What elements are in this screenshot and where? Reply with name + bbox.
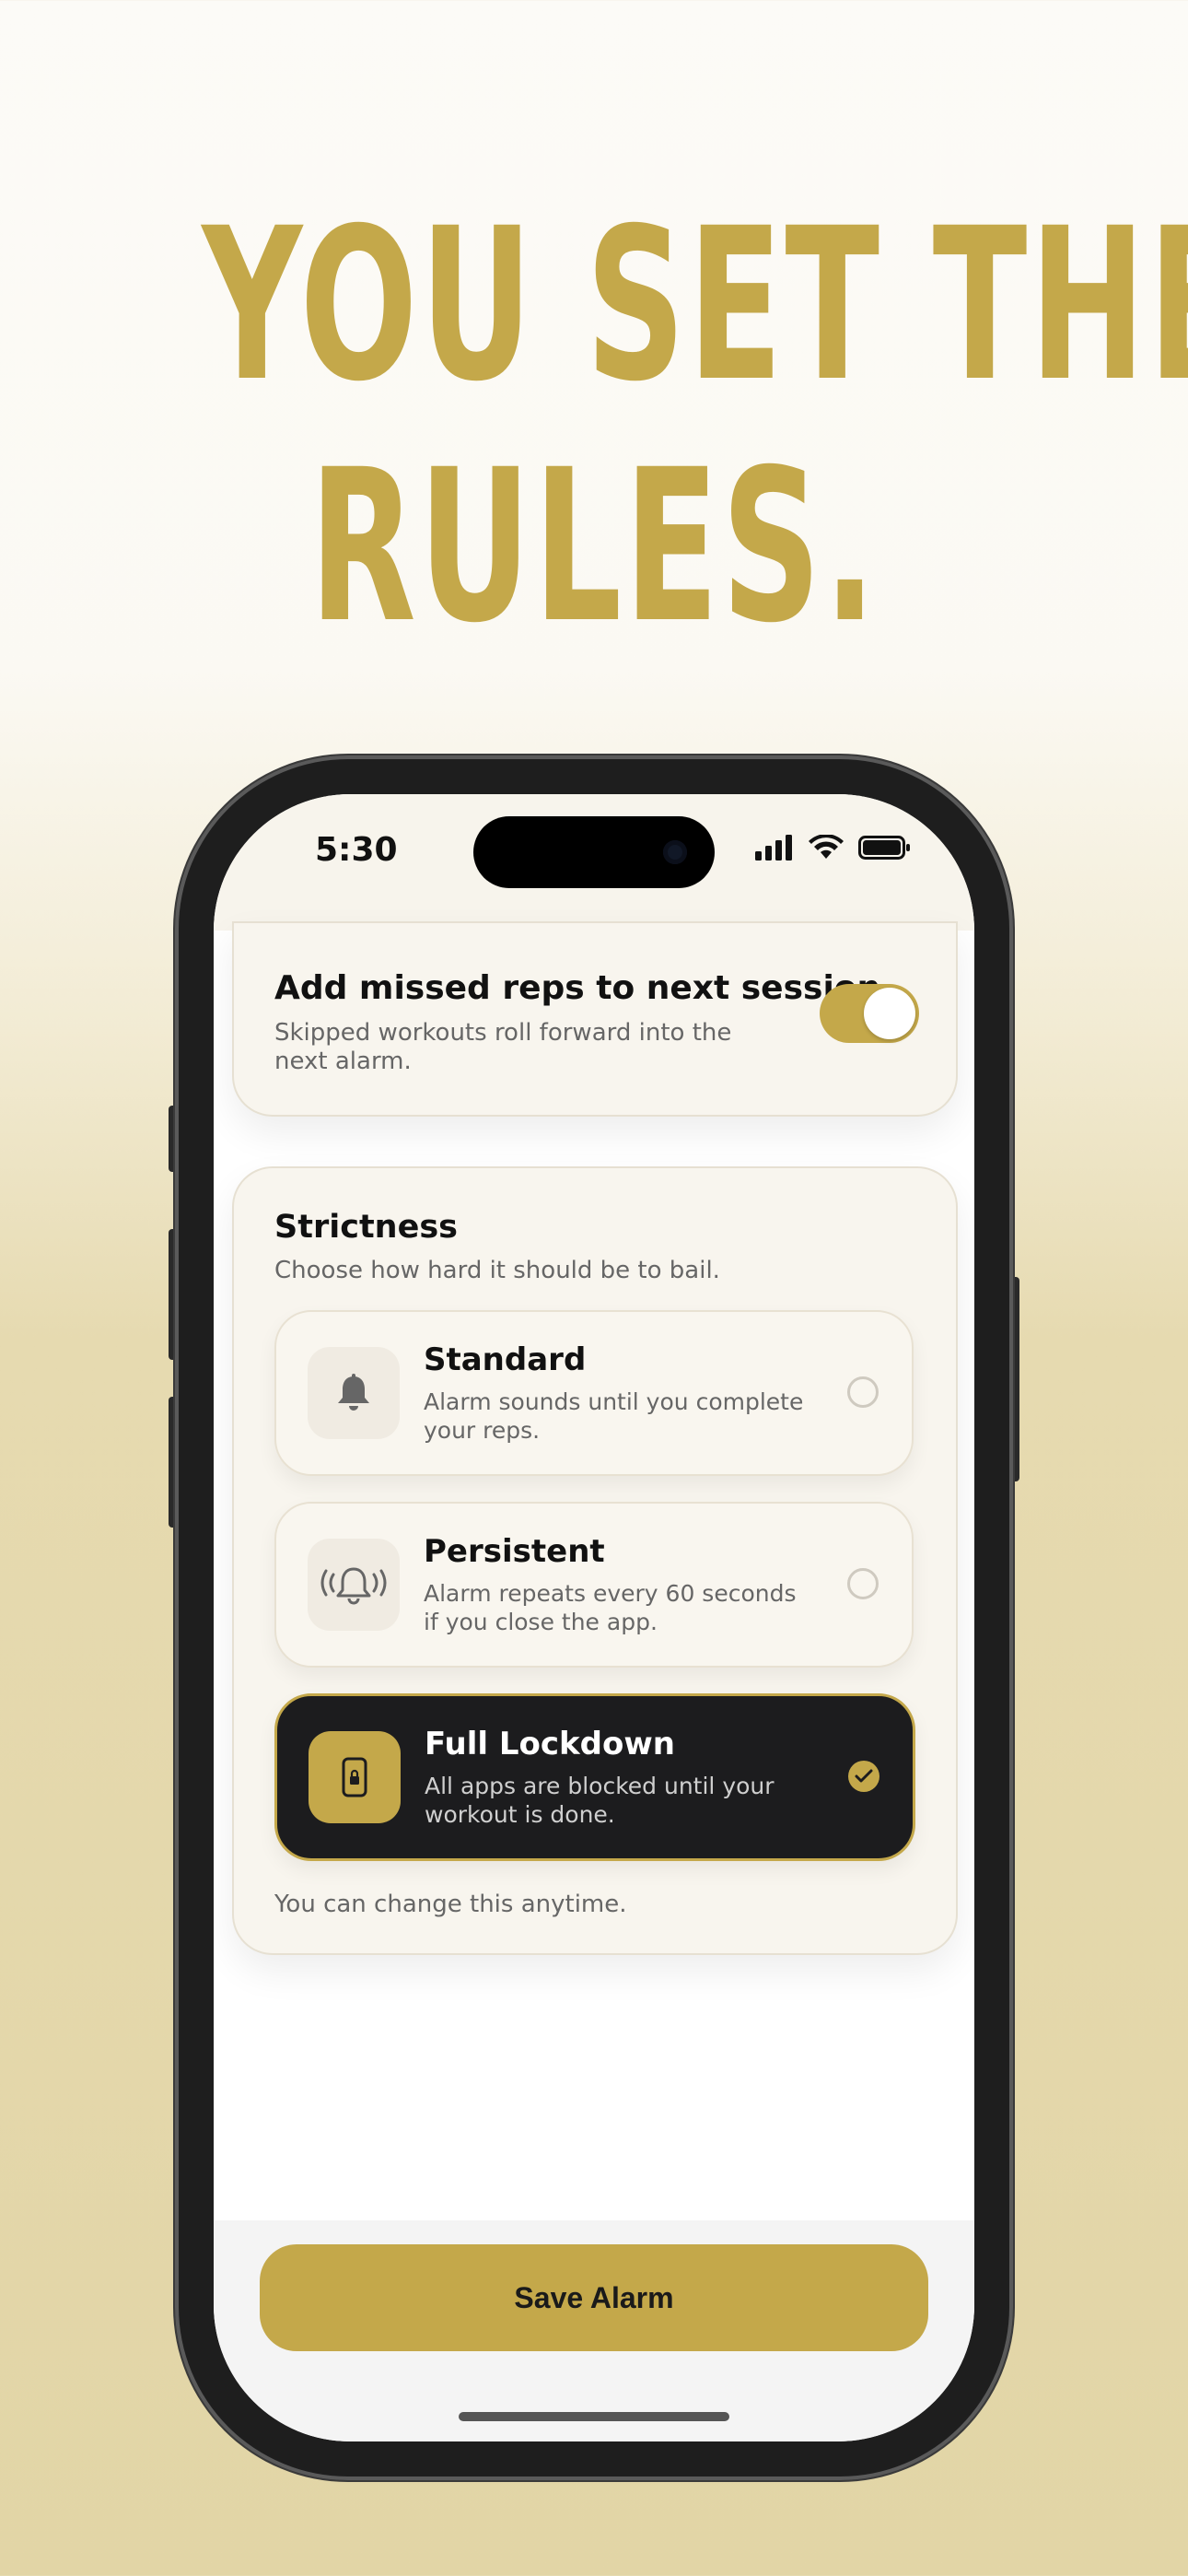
locked-phone-icon	[309, 1731, 401, 1823]
home-indicator[interactable]	[459, 2412, 729, 2421]
ringing-bell-icon	[308, 1539, 400, 1631]
camera-icon	[663, 840, 687, 864]
strictness-title: Strictness	[274, 1209, 458, 1246]
phone-frame: 5:30 Add missed reps to next session Ski…	[175, 755, 1013, 2480]
missed-reps-subtitle: Skipped workouts roll forward into the n…	[274, 1019, 732, 1075]
checkmark-icon	[855, 1769, 873, 1783]
option-title: Full Lockdown	[425, 1726, 675, 1762]
phone-screen: 5:30 Add missed reps to next session Ski…	[214, 794, 974, 2441]
status-time: 5:30	[315, 831, 398, 869]
dynamic-island	[473, 816, 715, 888]
headline-line-2: RULES.	[309, 424, 879, 669]
alarm-settings-content: Add missed reps to next session Skipped …	[214, 921, 974, 2313]
option-title: Standard	[424, 1341, 587, 1378]
bell-icon	[308, 1347, 400, 1439]
strictness-subtitle: Choose how hard it should be to bail.	[274, 1257, 720, 1284]
option-description: All apps are blocked until your workout …	[425, 1773, 775, 1828]
missed-reps-card: Add missed reps to next session Skipped …	[232, 921, 958, 1117]
missed-reps-title: Add missed reps to next session	[274, 969, 881, 1007]
strictness-card: Strictness Choose how hard it should be …	[232, 1166, 958, 1955]
radio-selected[interactable]	[848, 1761, 879, 1792]
signal-icon	[755, 835, 792, 861]
battery-icon	[858, 836, 910, 860]
headline: YOU SET THE RULES.	[202, 182, 1188, 669]
strictness-option-persistent[interactable]: Persistent Alarm repeats every 60 second…	[274, 1502, 914, 1668]
option-description: Alarm sounds until you complete your rep…	[424, 1388, 804, 1444]
save-alarm-button[interactable]: Save Alarm	[260, 2244, 928, 2351]
wifi-icon	[809, 835, 844, 859]
strictness-option-standard[interactable]: Standard Alarm sounds until you complete…	[274, 1310, 914, 1476]
option-title: Persistent	[424, 1533, 605, 1570]
strictness-footnote: You can change this anytime.	[274, 1891, 627, 1918]
toggle-knob	[864, 988, 915, 1039]
footer-bar: Save Alarm	[214, 2220, 974, 2441]
status-icons	[755, 835, 912, 861]
radio-unselected[interactable]	[847, 1376, 879, 1408]
radio-unselected[interactable]	[847, 1568, 879, 1599]
option-description: Alarm repeats every 60 seconds if you cl…	[424, 1580, 797, 1635]
status-bar: 5:30	[214, 794, 974, 931]
missed-reps-toggle[interactable]	[820, 984, 919, 1043]
headline-line-1: YOU SET THE	[202, 182, 1188, 427]
strictness-option-full-lockdown[interactable]: Full Lockdown All apps are blocked until…	[274, 1693, 915, 1861]
